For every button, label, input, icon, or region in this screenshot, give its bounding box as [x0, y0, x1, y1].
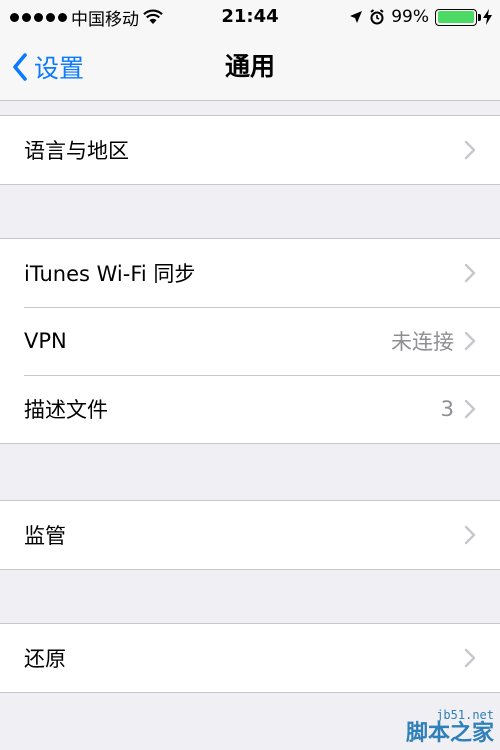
battery-icon: [435, 8, 481, 26]
itunes-wifi-sync-row[interactable]: iTunes Wi-Fi 同步: [0, 239, 500, 307]
alarm-icon: [370, 9, 384, 25]
charging-bolt-icon: [483, 9, 492, 25]
row-label: 还原: [24, 647, 66, 671]
supervision-group: 监管: [0, 500, 500, 570]
chevron-right-icon: [464, 525, 476, 545]
row-label: iTunes Wi-Fi 同步: [24, 262, 196, 286]
row-label: 描述文件: [24, 398, 108, 422]
location-arrow-icon: [350, 11, 363, 23]
back-button-label: 设置: [34, 54, 85, 83]
row-label: VPN: [24, 329, 67, 353]
chevron-right-icon: [464, 331, 476, 351]
vpn-row[interactable]: VPN 未连接: [0, 307, 500, 375]
chevron-right-icon: [464, 648, 476, 668]
row-label: 语言与地区: [24, 139, 129, 163]
battery-fill: [437, 11, 475, 23]
profiles-count-value: 3: [440, 397, 454, 421]
profiles-row[interactable]: 描述文件 3: [0, 375, 500, 443]
language-group: 语言与地区: [0, 115, 500, 185]
language-region-row[interactable]: 语言与地区: [0, 116, 500, 184]
row-label: 监管: [24, 524, 66, 548]
network-group: iTunes Wi-Fi 同步 VPN 未连接 描述文件 3: [0, 238, 500, 444]
back-button[interactable]: 设置: [12, 34, 84, 100]
chevron-right-icon: [464, 263, 476, 283]
watermark-site: jb51.net: [436, 707, 494, 722]
watermark-name: 脚本之家: [405, 720, 494, 746]
navigation-bar: 设置 通用: [0, 34, 500, 101]
chevron-right-icon: [464, 140, 476, 160]
watermark: jb51.net 脚本之家: [405, 707, 494, 746]
status-bar-right: 99%: [349, 0, 492, 34]
reset-row[interactable]: 还原: [0, 624, 500, 692]
battery-percent: 99%: [391, 7, 429, 27]
supervision-row[interactable]: 监管: [0, 501, 500, 569]
status-bar: 中国移动 21:44 99%: [0, 0, 500, 34]
reset-group: 还原: [0, 623, 500, 693]
vpn-status-value: 未连接: [391, 330, 454, 354]
chevron-left-icon: [13, 53, 27, 81]
chevron-right-icon: [464, 399, 476, 419]
